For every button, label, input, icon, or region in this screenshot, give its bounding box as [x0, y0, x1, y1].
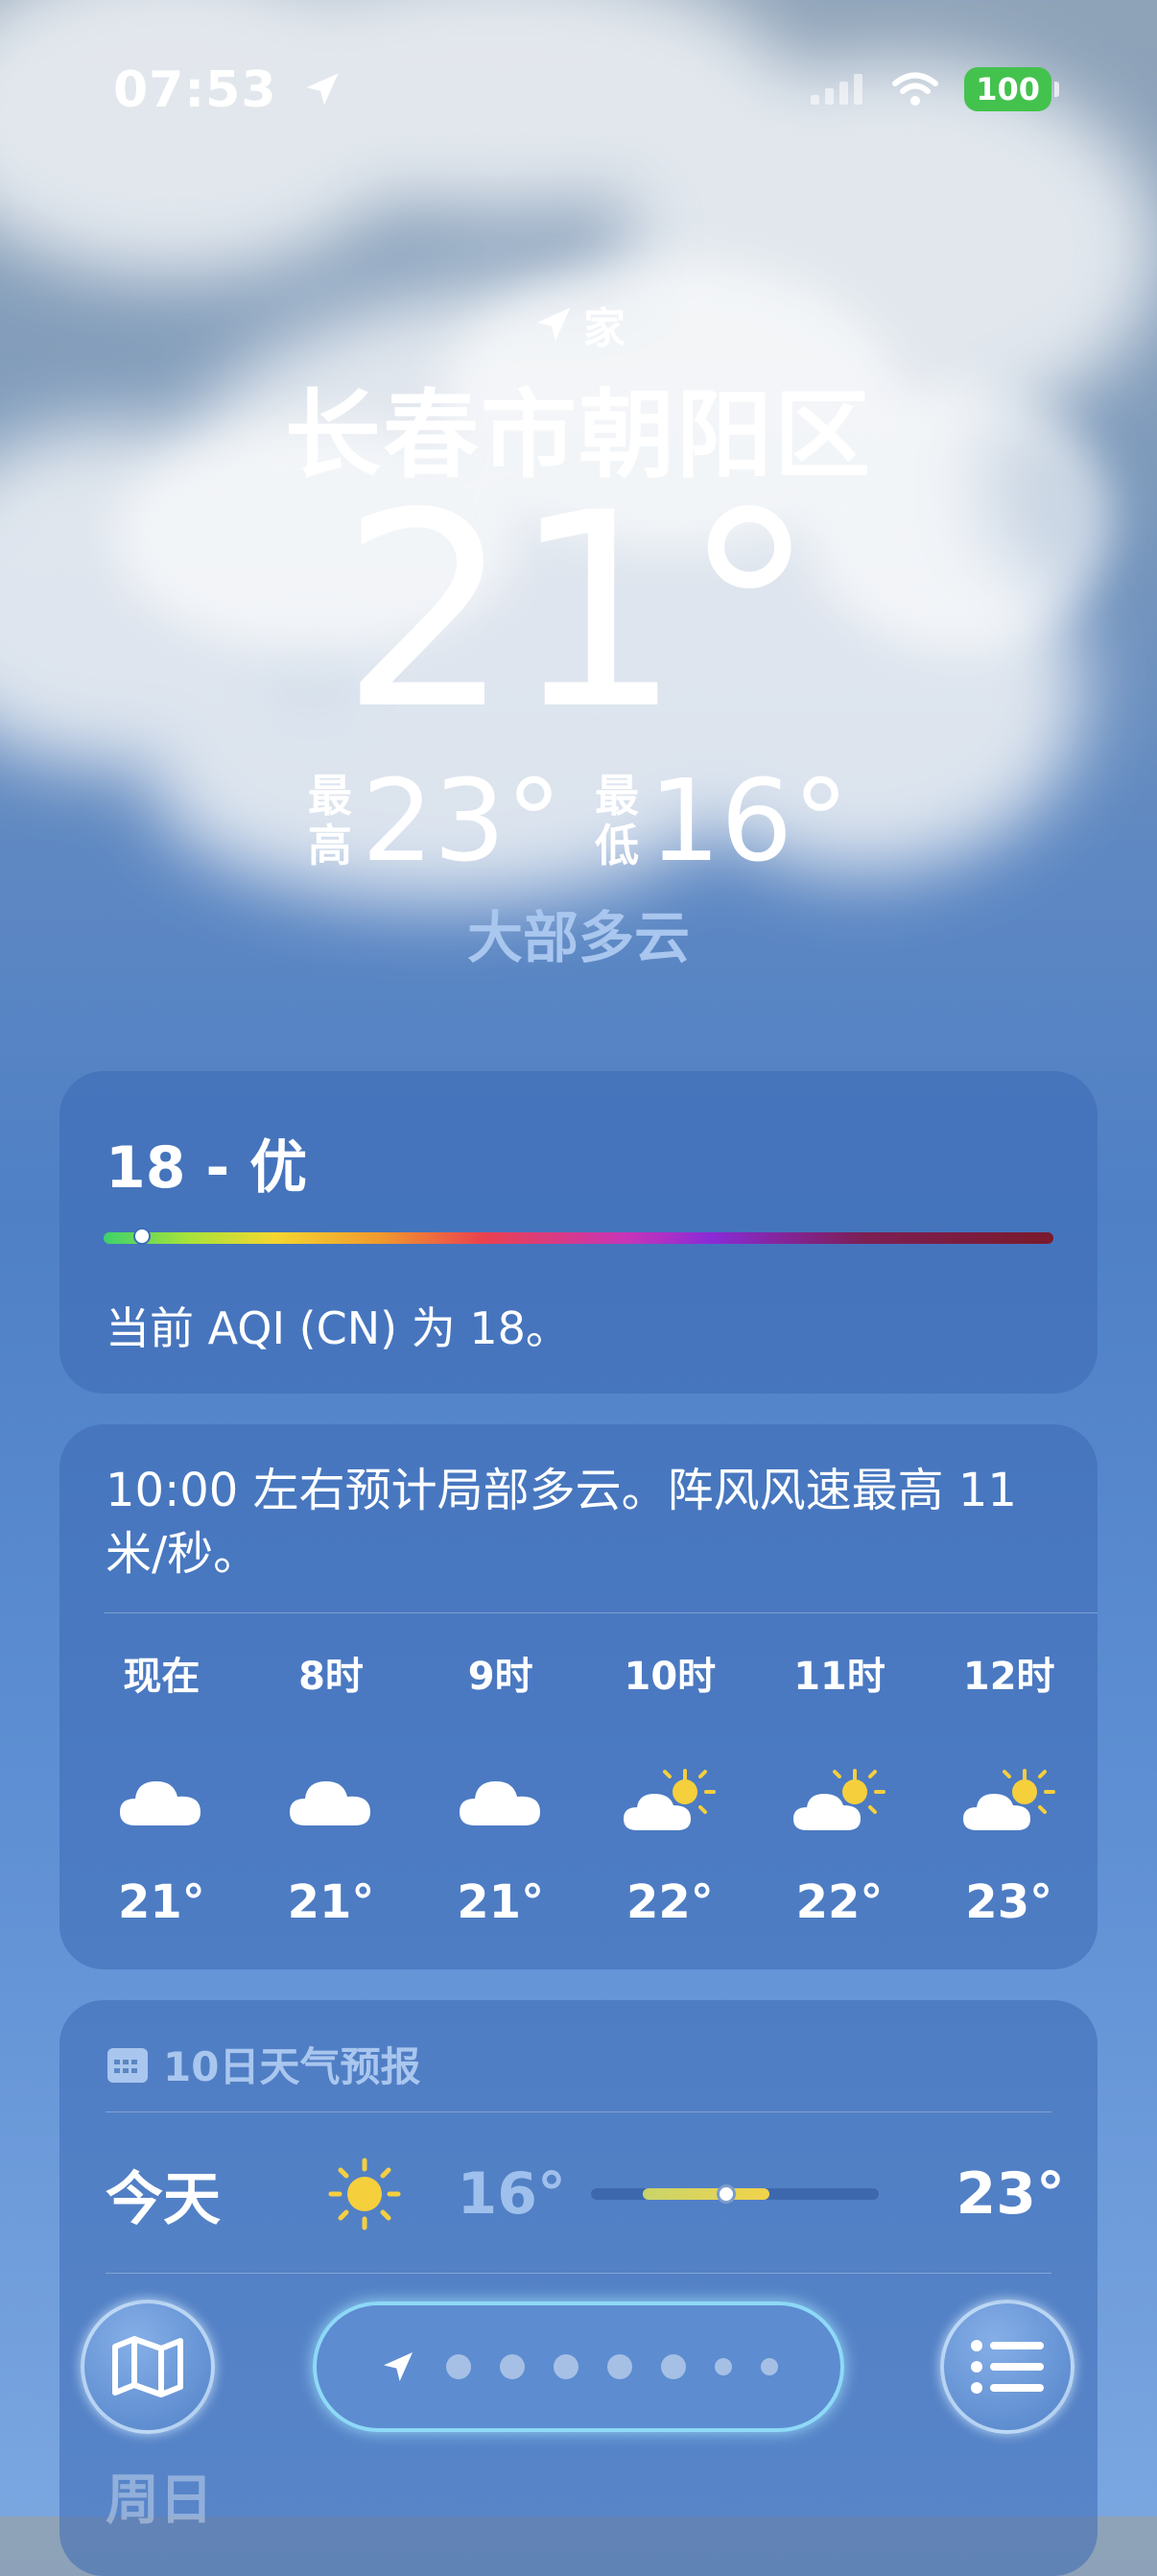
temperature-range-fill: [643, 2188, 769, 2200]
cloud-icon: [118, 1753, 204, 1849]
calendar-icon: [107, 2047, 148, 2083]
hourly-list[interactable]: 现在 21° 8时 21° 9时 21° 10时 22° 11时 22° 12时…: [77, 1645, 1094, 1929]
hour-temp: 21°: [117, 1875, 205, 1929]
partly-sunny-icon: [622, 1753, 718, 1849]
hour-item: 11时 22°: [755, 1645, 925, 1929]
hour-item: 9时 21°: [415, 1645, 585, 1929]
forecast-partial-row: 周日: [106, 2469, 213, 2532]
air-quality-card[interactable]: 18 - 优 当前 AQI (CN) 为 18。: [59, 1071, 1098, 1394]
low-value: 16°: [649, 754, 850, 887]
page-dot: [715, 2358, 732, 2375]
weather-condition: 大部多云: [466, 905, 690, 970]
aqi-scale-bar: [104, 1228, 1053, 1245]
partly-sunny-icon: [961, 1753, 1057, 1849]
wifi-icon: [892, 72, 939, 106]
high-label: 最 高: [307, 770, 352, 871]
hour-temp: 23°: [965, 1875, 1053, 1929]
current-temperature: 21°: [340, 456, 817, 769]
divider: [106, 2111, 1051, 2112]
high-value: 23°: [361, 754, 562, 887]
hour-label: 8时: [298, 1655, 364, 1699]
day-high-temp: 23°: [956, 2160, 1066, 2228]
location-arrow-icon: [306, 73, 339, 106]
location-arrow-icon: [384, 2352, 413, 2381]
page-dot: [554, 2354, 578, 2379]
map-icon: [112, 2336, 183, 2397]
status-icons: 100: [809, 67, 1059, 111]
page-dot: [607, 2354, 632, 2379]
location-arrow-icon: [536, 307, 571, 342]
status-time: 07:53: [113, 61, 343, 119]
hour-label: 10时: [624, 1655, 717, 1699]
low-temperature: 最 低 16°: [595, 758, 849, 883]
temperature-range-bar: [591, 2184, 879, 2204]
page-dot: [661, 2354, 686, 2379]
hourly-summary: 10:00 左右预计局部多云。阵风风速最高 11 米/秒。: [106, 1464, 1017, 1581]
location-tag: 家: [0, 294, 1157, 355]
hour-label: 9时: [467, 1655, 533, 1699]
hour-temp: 22°: [795, 1875, 884, 1929]
ten-day-forecast-card[interactable]: 10日天气预报 今天 16° 23°: [59, 2000, 1098, 2576]
low-label: 最 低: [595, 770, 639, 871]
current-temperature-dot: [717, 2184, 736, 2204]
hour-temp: 22°: [626, 1875, 714, 1929]
battery-indicator: 100: [964, 67, 1059, 111]
forecast-title: 10日天气预报: [106, 2035, 420, 2093]
hour-label: 现在: [123, 1655, 201, 1699]
page-dot: [500, 2354, 525, 2379]
cloud-icon: [458, 1753, 544, 1849]
aqi-description: 当前 AQI (CN) 为 18。: [106, 1302, 570, 1354]
day-name: 今天: [106, 2165, 221, 2233]
cloud-icon: [288, 1753, 374, 1849]
divider: [106, 2273, 1051, 2274]
cellular-signal-icon: [811, 74, 863, 105]
hour-temp: 21°: [287, 1875, 375, 1929]
aqi-value: 18 - 优: [106, 1134, 308, 1202]
page-dot: [446, 2354, 471, 2379]
list-icon: [971, 2340, 1044, 2394]
high-low-temperatures: 最 高 23° 最 低 16°: [0, 758, 1157, 883]
city-list-button[interactable]: [940, 2300, 1074, 2434]
high-temperature: 最 高 23°: [308, 758, 562, 883]
day-low-temp: 16°: [457, 2160, 567, 2228]
page-dot: [761, 2358, 778, 2375]
hourly-forecast-card[interactable]: 10:00 左右预计局部多云。阵风风速最高 11 米/秒。 现在 21° 8时 …: [59, 1424, 1098, 1969]
divider: [104, 1612, 1098, 1613]
map-button[interactable]: [81, 2300, 215, 2434]
hour-label: 12时: [962, 1655, 1055, 1699]
hour-temp: 21°: [457, 1875, 545, 1929]
hour-item: 10时 22°: [585, 1645, 755, 1929]
partly-sunny-icon: [791, 1753, 887, 1849]
hour-item: 现在 21°: [77, 1645, 247, 1929]
hour-item: 12时 23°: [924, 1645, 1094, 1929]
forecast-day-row[interactable]: 今天 16° 23°: [106, 2146, 1065, 2242]
page-indicator[interactable]: [313, 2302, 844, 2432]
sun-icon: [297, 2158, 432, 2230]
hour-item: 8时 21°: [247, 1645, 416, 1929]
aqi-indicator-dot: [132, 1228, 151, 1245]
hour-label: 11时: [793, 1655, 885, 1699]
